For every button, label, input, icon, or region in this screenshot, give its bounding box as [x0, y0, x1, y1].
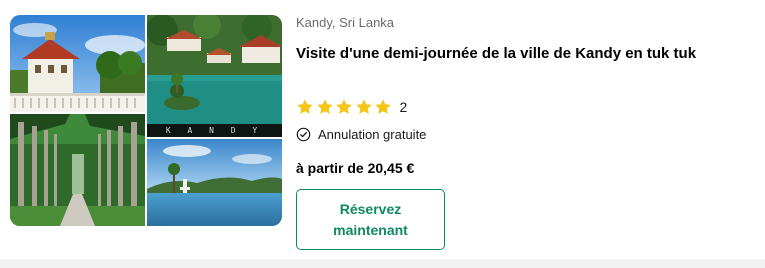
tour-location: Kandy, Sri Lanka	[296, 15, 395, 30]
rating: 2	[296, 98, 407, 116]
price-label: à partir de 20,45 €	[296, 160, 415, 176]
star-icon	[375, 99, 391, 114]
kandy-lake-photo: K A N D Y	[147, 15, 282, 137]
star-icon	[297, 99, 313, 114]
star-icon	[316, 99, 333, 114]
tour-info: Kandy, Sri Lanka Visite d'une demi-journ…	[296, 14, 756, 250]
temple-photo	[10, 15, 145, 112]
review-count: 2	[399, 99, 408, 115]
free-cancellation: Annulation gratuite	[296, 127, 426, 142]
kandy-lake-island-photo	[147, 139, 282, 226]
tour-image-collage[interactable]: K A N D Y	[10, 15, 282, 226]
palm-avenue-photo	[10, 114, 145, 226]
kandy-caption: K A N D Y	[147, 124, 282, 137]
tour-card[interactable]: K A N D Y Kandy, Sri Lanka Visite d'une …	[0, 0, 765, 259]
cancellation-text: Annulation gratuite	[318, 127, 427, 142]
reserve-now-button[interactable]: Réservez maintenant	[296, 189, 445, 250]
tour-title[interactable]: Visite d'une demi-journée de la ville de…	[296, 44, 756, 64]
star-icon	[355, 99, 372, 114]
check-circle-icon	[296, 127, 311, 142]
star-icon	[336, 99, 352, 114]
